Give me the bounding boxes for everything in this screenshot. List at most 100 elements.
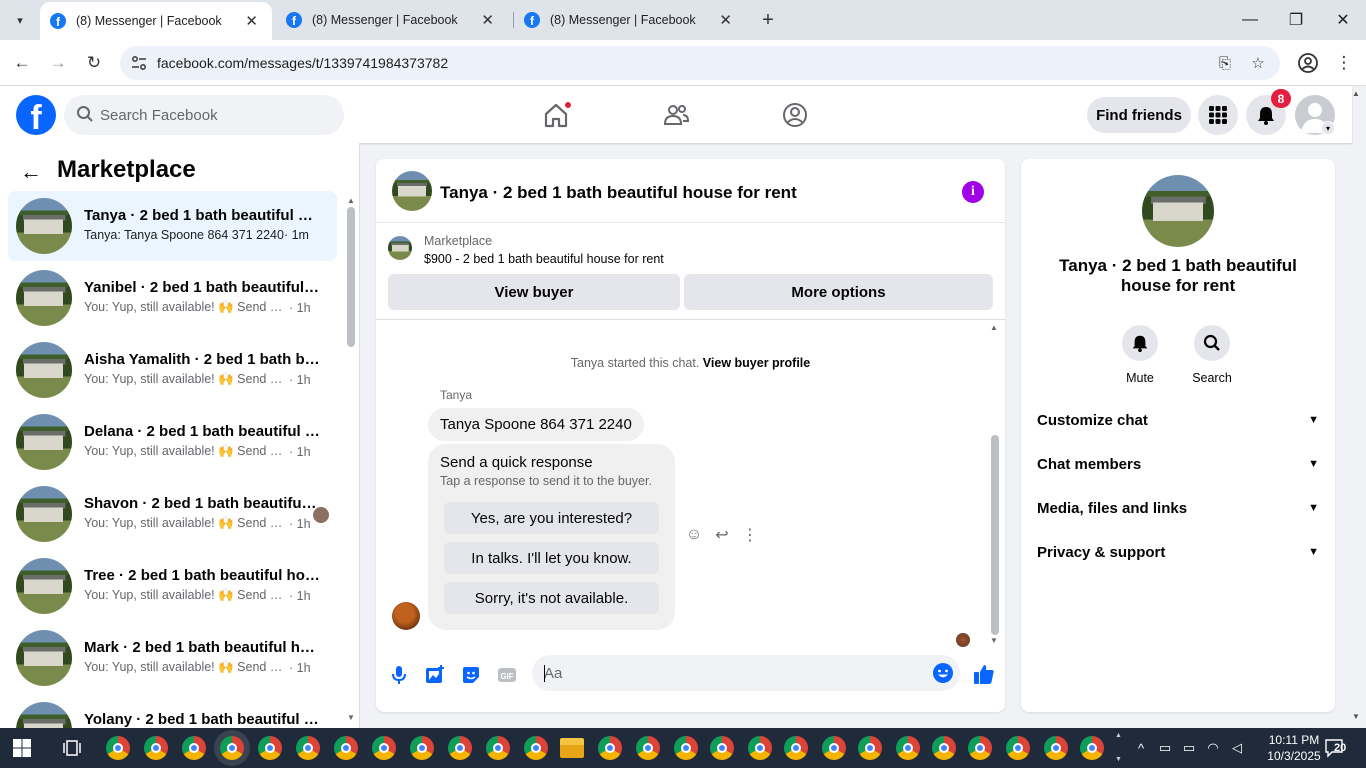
windows-start-icon[interactable] xyxy=(12,738,32,758)
chrome-browser-icon[interactable] xyxy=(448,736,472,760)
quick-response-in-talks-button[interactable]: In talks. I'll let you know. xyxy=(444,542,659,574)
chrome-browser-icon[interactable] xyxy=(710,736,734,760)
quick-response-not-available-button[interactable]: Sorry, it's not available. xyxy=(444,582,659,614)
gif-icon[interactable]: GIF xyxy=(496,664,518,686)
chrome-browser-icon[interactable] xyxy=(106,736,130,760)
chrome-browser-icon[interactable] xyxy=(144,736,168,760)
chat-scroll-down-arrow[interactable]: ▼ xyxy=(990,636,998,645)
chrome-browser-icon[interactable] xyxy=(598,736,622,760)
more-actions-icon[interactable]: ⋮ xyxy=(740,525,760,545)
chrome-browser-icon[interactable] xyxy=(748,736,772,760)
view-buyer-profile-link[interactable]: View buyer profile xyxy=(703,356,810,370)
chrome-browser-icon[interactable] xyxy=(822,736,846,760)
chrome-browser-icon[interactable] xyxy=(486,736,510,760)
chrome-browser-icon[interactable] xyxy=(858,736,882,760)
conversation-list-scrollbar[interactable] xyxy=(347,207,355,347)
chrome-browser-icon[interactable] xyxy=(524,736,548,760)
more-options-button[interactable]: More options xyxy=(684,274,993,310)
chrome-browser-icon[interactable] xyxy=(896,736,920,760)
chrome-browser-icon[interactable] xyxy=(334,736,358,760)
install-app-icon[interactable]: ⎘ xyxy=(1215,53,1235,73)
chrome-browser-icon[interactable] xyxy=(932,736,956,760)
customize-chat-section[interactable]: Customize chat ▼ xyxy=(1037,405,1319,435)
sender-avatar[interactable] xyxy=(392,602,420,630)
conversation-info-icon[interactable]: i xyxy=(962,181,984,203)
close-tab-icon[interactable]: ✕ xyxy=(719,11,732,29)
gaming-icon[interactable] xyxy=(780,100,810,130)
minimize-window-button[interactable]: — xyxy=(1238,8,1262,32)
chat-members-section[interactable]: Chat members ▼ xyxy=(1037,449,1319,479)
action-center-button[interactable]: 20 xyxy=(1324,737,1350,759)
page-scroll-up-arrow[interactable]: ▲ xyxy=(1352,89,1360,98)
chat-scroll-up-arrow[interactable]: ▲ xyxy=(990,323,998,332)
menu-button[interactable] xyxy=(1198,95,1238,135)
wifi-icon[interactable]: ◠ xyxy=(1204,738,1222,758)
browser-tab-1[interactable]: f (8) Messenger | Facebook ✕ xyxy=(40,2,272,40)
conversation-item[interactable]: Delana · 2 bed 1 bath beautiful house fo… xyxy=(8,407,337,477)
conversation-item[interactable]: Tanya · 2 bed 1 bath beautiful house for… xyxy=(8,191,337,261)
new-tab-button[interactable]: + xyxy=(756,8,780,32)
browser-tab-3[interactable]: f (8) Messenger | Facebook ✕ xyxy=(514,0,746,40)
facebook-search[interactable] xyxy=(64,95,344,135)
show-hidden-icons-icon[interactable]: ^ xyxy=(1132,738,1150,758)
conversation-item[interactable]: Yanibel · 2 bed 1 bath beautiful house f… xyxy=(8,263,337,333)
browser-tab-2[interactable]: f (8) Messenger | Facebook ✕ xyxy=(276,0,508,40)
conversation-item[interactable]: Mark · 2 bed 1 bath beautiful house for … xyxy=(8,623,337,693)
account-chevron-icon[interactable]: ▾ xyxy=(1321,121,1335,135)
chrome-browser-icon[interactable] xyxy=(182,736,206,760)
close-tab-icon[interactable]: ✕ xyxy=(245,12,258,30)
privacy-support-section[interactable]: Privacy & support ▼ xyxy=(1037,537,1319,567)
search-input[interactable] xyxy=(100,95,330,135)
conversation-item[interactable]: Yolany · 2 bed 1 bath beautiful house fo… xyxy=(8,695,337,728)
attach-photo-icon[interactable] xyxy=(424,664,446,686)
listing-description[interactable]: $900 - 2 bed 1 bath beautiful house for … xyxy=(424,252,664,266)
friends-icon[interactable] xyxy=(661,100,691,130)
mute-action[interactable]: Mute xyxy=(1110,325,1170,385)
conversation-item[interactable]: Aisha Yamalith · 2 bed 1 bath beautiful … xyxy=(8,335,337,405)
task-view-icon[interactable] xyxy=(62,738,82,758)
listing-thumbnail[interactable] xyxy=(388,236,412,260)
chrome-browser-icon[interactable] xyxy=(1080,736,1104,760)
chrome-browser-icon[interactable] xyxy=(968,736,992,760)
message-input-wrapper[interactable] xyxy=(532,655,960,691)
chrome-browser-icon[interactable] xyxy=(674,736,698,760)
conversation-item[interactable]: Shavon · 2 bed 1 bath beautiful house fo… xyxy=(8,479,337,549)
battery-icon[interactable]: ▭ xyxy=(1180,738,1198,758)
volume-icon[interactable]: ◁ xyxy=(1228,738,1246,758)
message-input[interactable] xyxy=(544,655,914,691)
chrome-browser-icon[interactable] xyxy=(410,736,434,760)
microphone-icon[interactable] xyxy=(388,664,410,686)
meet-now-icon[interactable]: ▭ xyxy=(1156,738,1174,758)
url-text[interactable]: facebook.com/messages/t/1339741984373782 xyxy=(157,55,448,71)
media-files-links-section[interactable]: Media, files and links ▼ xyxy=(1037,493,1319,523)
chrome-browser-icon[interactable] xyxy=(258,736,282,760)
chat-avatar[interactable] xyxy=(392,171,432,211)
back-button[interactable]: ← xyxy=(10,51,34,75)
bookmark-star-icon[interactable]: ☆ xyxy=(1248,53,1268,73)
close-tab-icon[interactable]: ✕ xyxy=(481,11,494,29)
reload-button[interactable]: ↻ xyxy=(82,51,106,75)
conversation-avatar[interactable] xyxy=(1142,175,1214,247)
facebook-logo-icon[interactable]: f xyxy=(16,95,56,135)
back-arrow-icon[interactable]: ← xyxy=(20,159,42,185)
chrome-browser-icon[interactable] xyxy=(1044,736,1068,760)
page-scroll-down-arrow[interactable]: ▼ xyxy=(1352,712,1360,721)
scroll-down-arrow[interactable]: ▼ xyxy=(347,713,355,722)
search-action[interactable]: Search xyxy=(1182,325,1242,385)
taskbar-clock[interactable]: 10:11 PM 10/3/2025 xyxy=(1256,732,1332,764)
chat-scrollbar[interactable] xyxy=(991,435,999,635)
view-buyer-button[interactable]: View buyer xyxy=(388,274,680,310)
chrome-browser-icon[interactable] xyxy=(1006,736,1030,760)
forward-button[interactable]: → xyxy=(46,51,70,75)
address-bar[interactable]: facebook.com/messages/t/1339741984373782… xyxy=(120,46,1280,80)
file-explorer-icon[interactable] xyxy=(560,738,584,758)
scroll-up-arrow[interactable]: ▲ xyxy=(347,196,355,205)
chat-title[interactable]: Tanya · 2 bed 1 bath beautiful house for… xyxy=(440,183,797,203)
chrome-browser-icon[interactable] xyxy=(220,736,244,760)
close-window-button[interactable]: ✕ xyxy=(1331,8,1355,32)
taskbar-scroll-arrows[interactable]: ▲ ▼ xyxy=(1115,730,1125,766)
restore-window-button[interactable]: ❐ xyxy=(1284,8,1308,32)
tab-search-icon[interactable]: ▾ xyxy=(8,8,32,32)
chrome-browser-icon[interactable] xyxy=(296,736,320,760)
sticker-icon[interactable] xyxy=(460,664,482,686)
